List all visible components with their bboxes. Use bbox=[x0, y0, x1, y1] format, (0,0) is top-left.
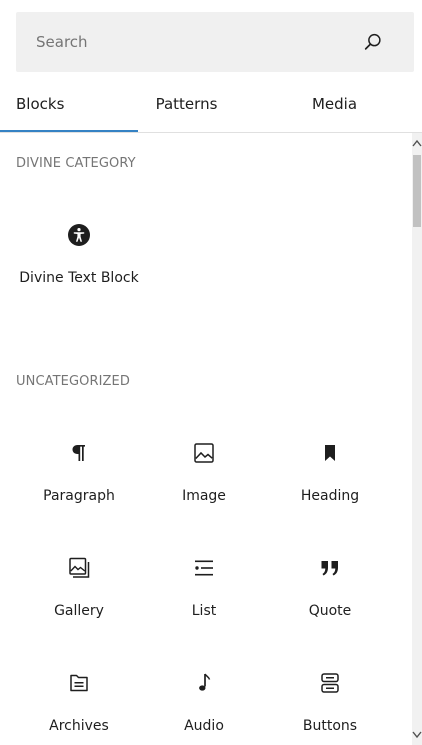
block-label: Image bbox=[182, 488, 226, 504]
scroll-down-arrow-icon[interactable] bbox=[412, 731, 422, 739]
block-image[interactable]: Image bbox=[141, 441, 267, 506]
archive-icon bbox=[70, 674, 88, 692]
category-title-divine: Divine Category bbox=[16, 156, 136, 171]
paragraph-icon bbox=[72, 445, 85, 461]
block-list[interactable]: List bbox=[141, 556, 267, 621]
inserter-tabs: Blocks Patterns Media bbox=[0, 76, 422, 133]
block-label: Heading bbox=[300, 488, 360, 504]
quote-icon bbox=[321, 561, 338, 576]
image-icon bbox=[194, 443, 214, 463]
buttons-icon bbox=[321, 673, 339, 693]
block-paragraph[interactable]: Paragraph bbox=[16, 441, 142, 506]
block-label: Quote bbox=[308, 603, 352, 619]
block-gallery[interactable]: Gallery bbox=[16, 556, 142, 621]
block-label: Archives bbox=[49, 718, 109, 734]
block-quote[interactable]: Quote bbox=[267, 556, 393, 621]
block-label: Paragraph bbox=[43, 488, 115, 504]
block-archives[interactable]: Archives bbox=[16, 671, 142, 736]
block-heading[interactable]: Heading bbox=[267, 441, 393, 506]
search-bar bbox=[16, 12, 414, 72]
music-note-icon bbox=[199, 673, 211, 691]
bookmark-icon bbox=[325, 445, 335, 461]
block-buttons[interactable]: Buttons bbox=[267, 671, 393, 736]
block-label: Audio bbox=[184, 718, 224, 734]
universal-access-icon bbox=[68, 224, 90, 246]
block-audio[interactable]: Audio bbox=[141, 671, 267, 736]
category-title-uncategorized: Uncategorized bbox=[16, 374, 130, 389]
tab-patterns[interactable]: Patterns bbox=[138, 76, 235, 132]
gallery-icon bbox=[69, 557, 90, 578]
search-icon[interactable] bbox=[362, 31, 384, 53]
block-label: Gallery bbox=[54, 603, 104, 619]
scroll-up-arrow-icon[interactable] bbox=[412, 139, 422, 147]
tab-media[interactable]: Media bbox=[287, 76, 382, 132]
block-label: Buttons bbox=[302, 718, 358, 734]
search-input[interactable] bbox=[16, 12, 356, 72]
scrollbar[interactable] bbox=[412, 133, 422, 745]
tab-blocks[interactable]: Blocks bbox=[0, 76, 138, 132]
block-label: List bbox=[191, 603, 217, 619]
block-label: Divine Text Block bbox=[19, 270, 139, 286]
scrollbar-thumb[interactable] bbox=[413, 155, 421, 227]
block-list-panel: Divine Category Divine Text Block Uncate… bbox=[0, 133, 412, 745]
list-icon bbox=[195, 560, 213, 576]
block-divine-text[interactable]: Divine Text Block bbox=[16, 223, 142, 288]
